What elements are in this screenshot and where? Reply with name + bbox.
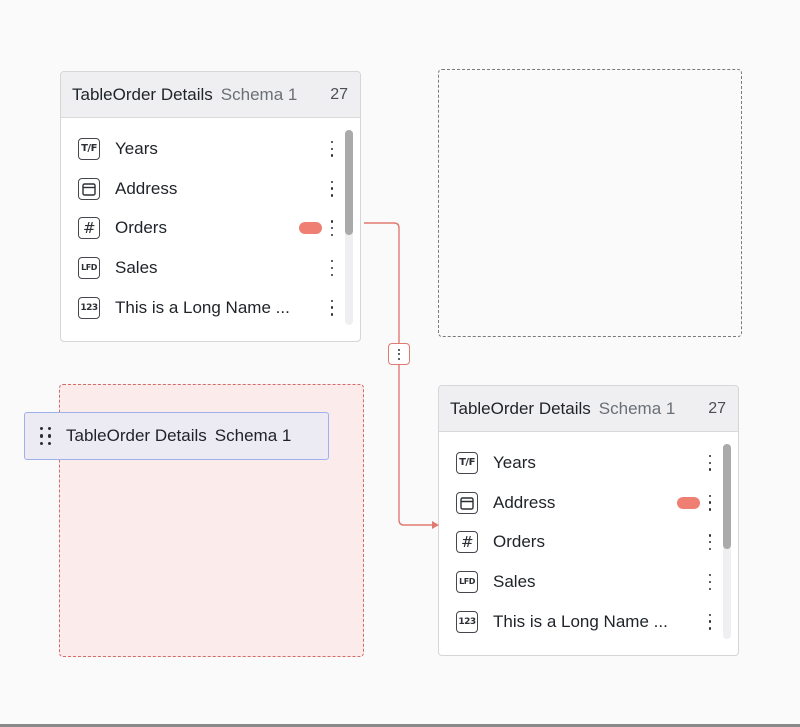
arrow-head-icon	[432, 521, 439, 529]
drag-ghost-table[interactable]: TableOrder Details Schema 1	[24, 412, 329, 460]
drag-handle-icon[interactable]	[40, 426, 52, 446]
connector-line	[364, 222, 432, 526]
drag-ghost-title: TableOrder Details	[66, 426, 207, 445]
kebab-menu-icon	[397, 348, 401, 360]
drag-ghost-schema: Schema 1	[214, 426, 292, 445]
connector-menu-button[interactable]	[388, 343, 410, 365]
